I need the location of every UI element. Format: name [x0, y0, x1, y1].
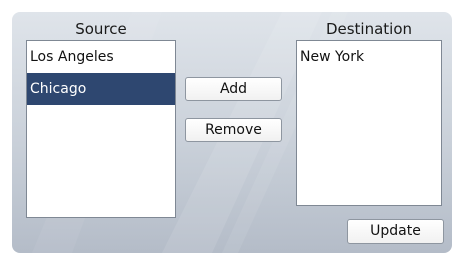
destination-listbox[interactable]: New York: [296, 40, 442, 206]
source-item-los-angeles[interactable]: Los Angeles: [27, 41, 175, 73]
destination-item-new-york[interactable]: New York: [297, 41, 441, 73]
destination-label: Destination: [325, 20, 413, 38]
transfer-panel: Source Destination Los Angeles Chicago A…: [12, 12, 452, 253]
add-button[interactable]: Add: [185, 77, 282, 101]
update-button[interactable]: Update: [347, 219, 444, 244]
remove-button[interactable]: Remove: [185, 118, 282, 142]
source-listbox[interactable]: Los Angeles Chicago: [26, 40, 176, 218]
source-label: Source: [75, 20, 127, 38]
source-item-chicago[interactable]: Chicago: [27, 73, 175, 105]
